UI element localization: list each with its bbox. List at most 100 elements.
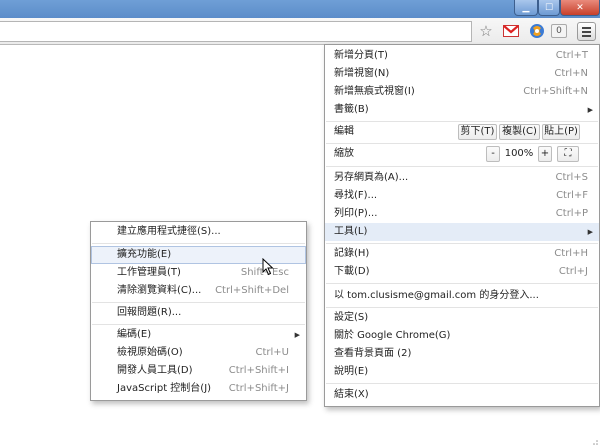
- menu-item-label: 尋找(F)...: [334, 190, 378, 201]
- maximize-button[interactable]: ☐: [538, 0, 560, 16]
- submenu-arrow-icon: ▶: [294, 331, 300, 339]
- submenu-item-dev-tools[interactable]: 開發人員工具(D) Ctrl+Shift+I: [91, 362, 306, 380]
- submenu-item-js-console[interactable]: JavaScript 控制台(J) Ctrl+Shift+J: [91, 380, 306, 398]
- zoom-level: 100%: [504, 148, 534, 159]
- menu-item-shortcut: Ctrl+P: [555, 208, 588, 219]
- submenu-item-encoding[interactable]: 編碼(E) ▶: [91, 326, 306, 344]
- menu-item-label: 設定(S): [334, 312, 369, 323]
- minimize-button[interactable]: ▁: [514, 0, 538, 16]
- menu-item-label: 縮放: [334, 148, 354, 159]
- menu-item-bookmarks[interactable]: 書籤(B) ▶: [325, 101, 599, 119]
- zoom-out-button[interactable]: -: [486, 146, 500, 162]
- menu-item-label: 工具(L): [334, 226, 368, 237]
- menu-item-label: 擴充功能(E): [117, 249, 172, 260]
- menu-item-label: 編輯: [334, 126, 354, 137]
- browser-toolbar: ☆ 0: [0, 18, 600, 45]
- submenu-arrow-icon: ▶: [587, 228, 593, 236]
- menu-item-label: 列印(P)...: [334, 208, 378, 219]
- menu-item-sign-in[interactable]: 以 tom.clusisme@gmail.com 的身分登入...: [325, 287, 599, 305]
- menu-item-label: 說明(E): [334, 366, 369, 377]
- menu-item-settings[interactable]: 設定(S): [325, 309, 599, 327]
- menu-item-shortcut: Ctrl+T: [555, 50, 588, 61]
- resize-grip-icon[interactable]: [592, 437, 598, 445]
- menu-item-shortcut: Ctrl+H: [554, 248, 588, 259]
- badge-counter-icon[interactable]: 0: [551, 24, 567, 38]
- menu-item-label: 建立應用程式捷徑(S)...: [117, 226, 221, 237]
- menu-item-new-incognito[interactable]: 新增無痕式視窗(I) Ctrl+Shift+N: [325, 83, 599, 101]
- menu-item-label: 新增無痕式視窗(I): [334, 86, 415, 97]
- paste-button[interactable]: 貼上(P): [542, 124, 580, 140]
- submenu-item-report-issue[interactable]: 回報問題(R)...: [91, 304, 306, 322]
- submenu-item-create-shortcuts[interactable]: 建立應用程式捷徑(S)...: [91, 223, 306, 241]
- menu-item-label: 記錄(H): [334, 248, 370, 259]
- menu-item-print[interactable]: 列印(P)... Ctrl+P: [325, 205, 599, 223]
- menu-separator: [326, 283, 598, 284]
- mouse-cursor-icon: [262, 257, 274, 279]
- menu-item-history[interactable]: 記錄(H) Ctrl+H: [325, 245, 599, 263]
- submenu-arrow-icon: ▶: [587, 106, 593, 114]
- menu-item-shortcut: Ctrl+F: [556, 190, 588, 201]
- minimize-icon: ▁: [522, 2, 530, 13]
- cut-button[interactable]: 剪下(T): [458, 124, 497, 140]
- menu-item-tools[interactable]: 工具(L) ▶: [325, 223, 599, 241]
- menu-item-shortcut: Ctrl+N: [554, 68, 588, 79]
- menu-item-label: JavaScript 控制台(J): [117, 383, 212, 394]
- menu-item-label: 檢視原始碼(O): [117, 347, 183, 358]
- menu-separator: [92, 243, 305, 244]
- menu-item-label: 關於 Google Chrome(G): [334, 330, 451, 341]
- menu-item-label: 編碼(E): [117, 329, 152, 340]
- submenu-item-clear-data[interactable]: 清除瀏覽資料(C)... Ctrl+Shift+Del: [91, 282, 306, 300]
- close-button[interactable]: ✕: [560, 0, 600, 16]
- menu-item-shortcut: Ctrl+U: [255, 347, 290, 358]
- menu-item-shortcut: Ctrl+S: [555, 172, 588, 183]
- menu-item-label: 新增視窗(N): [334, 68, 390, 79]
- fullscreen-button[interactable]: ⛶: [557, 146, 579, 162]
- chrome-main-menu: 新增分頁(T) Ctrl+T 新增視窗(N) Ctrl+N 新增無痕式視窗(I)…: [324, 44, 600, 407]
- menu-item-zoom: 縮放 - 100% + ⛶: [325, 145, 599, 163]
- menu-separator: [92, 302, 305, 303]
- address-bar[interactable]: [0, 21, 472, 42]
- menu-separator: [326, 243, 598, 244]
- menu-separator: [326, 383, 598, 384]
- menu-item-label: 回報問題(R)...: [117, 307, 182, 318]
- menu-item-label: 開發人員工具(D): [117, 365, 193, 376]
- menu-item-find[interactable]: 尋找(F)... Ctrl+F: [325, 187, 599, 205]
- menu-item-exit[interactable]: 結束(X): [325, 386, 599, 404]
- menu-separator: [326, 307, 598, 308]
- menu-item-label: 下載(D): [334, 266, 370, 277]
- menu-item-label: 查看背景頁面 (2): [334, 348, 412, 359]
- zoom-in-button[interactable]: +: [538, 146, 552, 162]
- menu-separator: [326, 143, 598, 144]
- submenu-item-view-source[interactable]: 檢視原始碼(O) Ctrl+U: [91, 344, 306, 362]
- star-icon[interactable]: ☆: [477, 22, 495, 40]
- menu-item-save-page[interactable]: 另存網頁為(A)... Ctrl+S: [325, 169, 599, 187]
- menu-item-shortcut: Ctrl+Shift+J: [228, 383, 289, 394]
- menu-separator: [326, 166, 598, 167]
- menu-separator: [326, 121, 598, 122]
- tools-submenu: 建立應用程式捷徑(S)... 擴充功能(E) 工作管理員(T) Shift+Es…: [90, 221, 307, 401]
- menu-item-new-window[interactable]: 新增視窗(N) Ctrl+N: [325, 65, 599, 83]
- menu-item-shortcut: Ctrl+Shift+Del: [215, 285, 289, 296]
- menu-item-shortcut: Ctrl+Shift+N: [523, 86, 588, 97]
- menu-item-new-tab[interactable]: 新增分頁(T) Ctrl+T: [325, 47, 599, 65]
- menu-item-label: 工作管理員(T): [117, 267, 181, 278]
- menu-item-help[interactable]: 說明(E): [325, 363, 599, 381]
- gmail-icon[interactable]: [501, 22, 521, 40]
- menu-item-downloads[interactable]: 下載(D) Ctrl+J: [325, 263, 599, 281]
- menu-item-about[interactable]: 關於 Google Chrome(G): [325, 327, 599, 345]
- maximize-icon: ☐: [544, 2, 554, 13]
- extension-icon[interactable]: [528, 22, 546, 40]
- menu-item-label: 書籤(B): [334, 104, 369, 115]
- menu-separator: [92, 324, 305, 325]
- menu-item-background-pages[interactable]: 查看背景頁面 (2): [325, 345, 599, 363]
- title-bar: ▁ ☐ ✕: [0, 0, 600, 18]
- menu-item-shortcut: Ctrl+Shift+I: [228, 365, 289, 376]
- menu-item-label: 清除瀏覽資料(C)...: [117, 285, 202, 296]
- menu-item-label: 另存網頁為(A)...: [334, 172, 409, 183]
- menu-item-label: 以 tom.clusisme@gmail.com 的身分登入...: [334, 290, 539, 301]
- menu-item-shortcut: Ctrl+J: [558, 266, 588, 277]
- menu-item-label: 結束(X): [334, 389, 369, 400]
- copy-button[interactable]: 複製(C): [499, 124, 540, 140]
- hamburger-menu-icon[interactable]: [577, 22, 596, 41]
- close-icon: ✕: [576, 2, 584, 13]
